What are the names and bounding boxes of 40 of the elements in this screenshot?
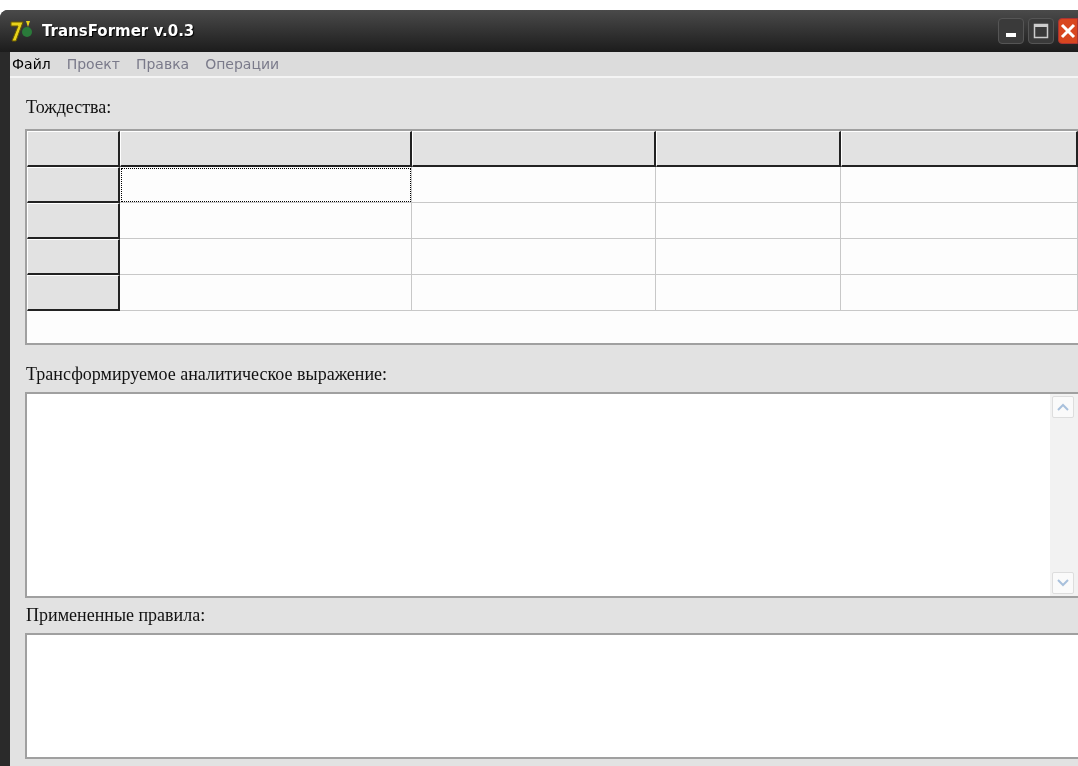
table-cell[interactable] <box>841 239 1078 275</box>
row-header[interactable] <box>27 275 120 311</box>
close-icon <box>1060 23 1076 39</box>
table-cell[interactable] <box>120 239 412 275</box>
table-cell[interactable] <box>120 203 412 239</box>
maximize-icon <box>1033 23 1049 39</box>
table-cell[interactable] <box>656 167 841 203</box>
table-cell[interactable] <box>412 239 656 275</box>
minimize-button[interactable] <box>998 18 1024 44</box>
menu-item[interactable]: Файл <box>12 53 51 75</box>
table-cell[interactable] <box>841 203 1078 239</box>
scroll-up-icon[interactable] <box>1052 396 1074 418</box>
table-cell[interactable] <box>120 167 412 203</box>
maximize-button[interactable] <box>1028 18 1054 44</box>
column-header[interactable] <box>656 131 841 167</box>
table-cell[interactable] <box>841 275 1078 311</box>
column-header[interactable] <box>841 131 1078 167</box>
section-label: Трансформируемое аналитическое выражение: <box>26 364 388 384</box>
table-cell[interactable] <box>656 203 841 239</box>
column-header[interactable] <box>120 131 412 167</box>
minimize-icon <box>1006 33 1016 37</box>
table-cell[interactable] <box>841 167 1078 203</box>
row-header[interactable] <box>27 203 120 239</box>
section-label: Тождества: <box>26 97 112 117</box>
table-cell[interactable] <box>412 203 656 239</box>
scroll-down-icon[interactable] <box>1052 572 1074 594</box>
row-header[interactable] <box>27 239 120 275</box>
table-cell[interactable] <box>412 167 656 203</box>
scrollbar[interactable] <box>1050 394 1078 596</box>
expression-field[interactable] <box>25 392 1078 598</box>
applied-rules-field[interactable] <box>25 633 1078 759</box>
window-title: TransFormer v.0.3 <box>42 20 195 42</box>
table-cell[interactable] <box>656 275 841 311</box>
column-header[interactable] <box>412 131 656 167</box>
table-cell[interactable] <box>412 275 656 311</box>
table-cell[interactable] <box>120 275 412 311</box>
close-button[interactable] <box>1058 18 1078 44</box>
section-label: Примененные правила: <box>26 605 206 625</box>
row-header[interactable] <box>27 167 120 203</box>
table-cell[interactable] <box>656 239 841 275</box>
